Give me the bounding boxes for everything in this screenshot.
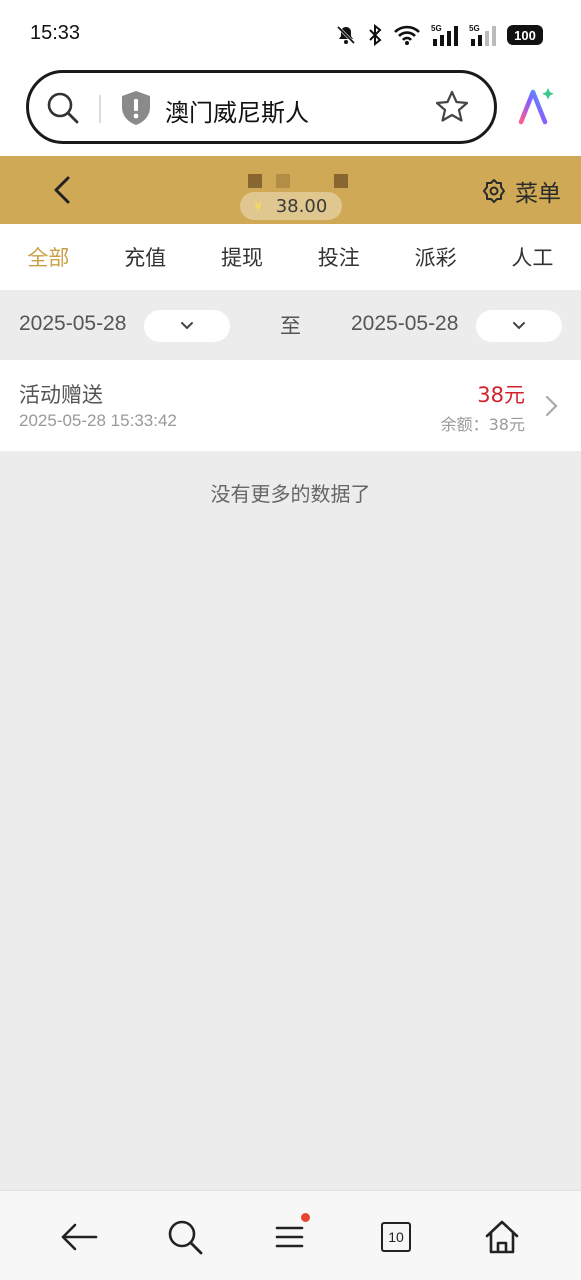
mute-bell-icon xyxy=(336,25,356,45)
record-time: 2025-05-28 15:33:42 xyxy=(19,411,177,430)
record-amount: 38元 xyxy=(477,383,525,407)
menu-button[interactable]: 菜单 xyxy=(481,174,561,208)
svg-text:5G: 5G xyxy=(469,24,480,33)
blurred-text xyxy=(248,174,262,188)
url-text[interactable]: 澳门威尼斯人 xyxy=(165,93,309,128)
tab-bet[interactable]: 投注 xyxy=(290,242,387,272)
search-icon[interactable] xyxy=(45,90,81,126)
url-search-box[interactable]: 澳门威尼斯人 xyxy=(26,70,497,144)
status-time: 15:33 xyxy=(30,22,81,44)
status-icons: 5G 5G 100 xyxy=(335,22,543,48)
battery-indicator: 100 xyxy=(507,25,543,45)
back-icon[interactable] xyxy=(48,174,76,206)
balance-pill: ¥ 38.00 xyxy=(240,192,342,220)
end-date-dropdown[interactable] xyxy=(476,310,562,342)
chevron-right-icon xyxy=(545,395,558,417)
nav-tabs-button[interactable]: 10 xyxy=(376,1217,416,1257)
shield-warning-icon[interactable] xyxy=(119,89,153,127)
nav-menu-button[interactable] xyxy=(270,1213,310,1257)
star-icon[interactable] xyxy=(434,89,470,125)
tab-payout[interactable]: 派彩 xyxy=(387,242,484,272)
tab-recharge[interactable]: 充值 xyxy=(97,242,194,272)
divider xyxy=(99,95,101,123)
page-header: ¥ 38.00 菜单 xyxy=(0,156,581,224)
record-balance: 余额：38元 xyxy=(440,415,525,434)
filter-tabs: 全部 充值 提现 投注 派彩 人工 xyxy=(0,224,581,290)
signal-5g-icon: 5G xyxy=(431,24,458,46)
nav-back-button[interactable] xyxy=(59,1217,99,1257)
bluetooth-icon xyxy=(369,24,382,46)
menu-label: 菜单 xyxy=(515,181,561,207)
tab-manual[interactable]: 人工 xyxy=(484,242,581,272)
browser-bar: 澳门威尼斯人 xyxy=(0,68,581,156)
list-item[interactable]: 活动赠送 2025-05-28 15:33:42 38元 余额：38元 xyxy=(0,360,581,451)
signal-5g-icon: 5G xyxy=(469,24,496,46)
balance-value: 38.00 xyxy=(275,195,328,217)
tab-count: 10 xyxy=(381,1222,411,1252)
to-label: 至 xyxy=(280,314,301,338)
tab-all[interactable]: 全部 xyxy=(0,242,97,272)
hamburger-menu-icon xyxy=(275,1226,304,1248)
notification-dot xyxy=(301,1213,310,1222)
record-title: 活动赠送 xyxy=(19,383,103,407)
tab-withdraw[interactable]: 提现 xyxy=(194,242,291,272)
chevron-down-icon xyxy=(513,322,525,330)
svg-text:5G: 5G xyxy=(431,24,442,33)
date-filter: 2025-05-28 至 2025-05-28 xyxy=(0,290,581,360)
no-more-data-text: 没有更多的数据了 xyxy=(210,482,371,506)
account-name-blurred xyxy=(238,166,348,188)
gear-icon xyxy=(483,179,505,203)
status-bar: 15:33 5G 5G 100 xyxy=(0,0,581,68)
nav-search-button[interactable] xyxy=(165,1217,205,1257)
browser-bottom-nav: 10 xyxy=(0,1190,581,1280)
blurred-text xyxy=(334,174,348,188)
nav-home-button[interactable] xyxy=(482,1217,522,1257)
wifi-icon xyxy=(394,25,420,45)
start-date: 2025-05-28 xyxy=(19,312,127,335)
end-date: 2025-05-28 xyxy=(351,312,459,335)
blurred-text xyxy=(276,174,290,188)
start-date-dropdown[interactable] xyxy=(144,310,230,342)
yen-icon: ¥ xyxy=(254,199,262,213)
search-icon xyxy=(168,1220,203,1255)
arrow-left-icon xyxy=(61,1223,98,1251)
chevron-down-icon xyxy=(181,322,193,330)
home-icon xyxy=(485,1220,519,1254)
ai-assistant-icon[interactable] xyxy=(515,86,555,126)
